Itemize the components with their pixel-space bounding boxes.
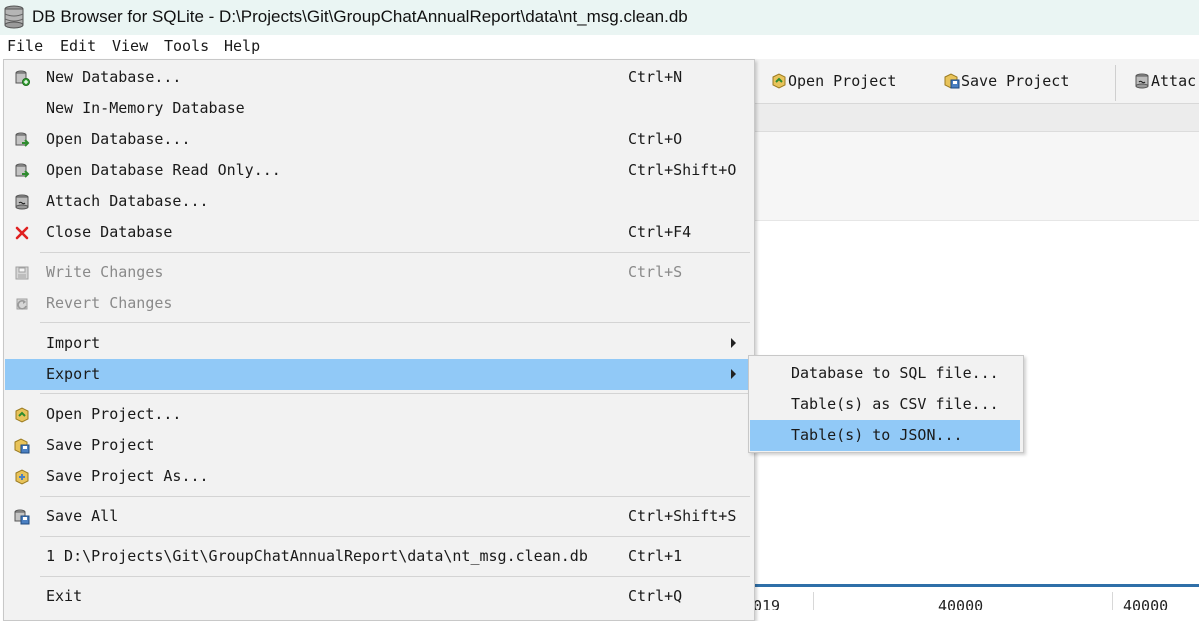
save-project-icon: [14, 438, 30, 454]
menu-separator: [40, 536, 750, 537]
tab-strip: [755, 104, 1199, 132]
export-submenu: Database to SQL file... Table(s) as CSV …: [748, 355, 1024, 453]
submenu-item-tables-as-csv[interactable]: Table(s) as CSV file...: [750, 389, 1020, 420]
menu-item-attach-database[interactable]: Attach Database...: [5, 186, 753, 217]
open-project-icon: [772, 73, 786, 89]
column-divider: [813, 592, 814, 610]
menu-view[interactable]: View: [112, 37, 148, 55]
menu-item-recent-file-1[interactable]: 1 D:\Projects\Git\GroupChatAnnualReport\…: [5, 541, 753, 572]
menu-help[interactable]: Help: [224, 37, 260, 55]
title-bar: DB Browser for SQLite - D:\Projects\Git\…: [0, 0, 1199, 35]
menu-item-new-in-memory-database[interactable]: New In-Memory Database: [5, 93, 753, 124]
save-project-as-icon: [15, 469, 29, 485]
menu-tools[interactable]: Tools: [164, 37, 209, 55]
menu-separator: [40, 576, 750, 577]
submenu-arrow-icon: [731, 338, 736, 348]
menu-item-save-project-as[interactable]: Save Project As...: [5, 461, 753, 492]
menu-edit[interactable]: Edit: [60, 37, 96, 55]
open-database-readonly-icon: [15, 163, 30, 178]
write-changes-icon: [15, 266, 29, 280]
attach-database-icon: [15, 194, 29, 210]
table-cell: 40000: [1123, 597, 1169, 610]
open-project-icon: [15, 407, 29, 423]
menu-item-save-project[interactable]: Save Project: [5, 430, 753, 461]
revert-changes-icon: [16, 298, 28, 310]
data-table-row: 019 40000 40000: [755, 584, 1199, 610]
menu-item-export[interactable]: Export: [5, 359, 753, 390]
menu-separator: [40, 322, 750, 323]
menu-item-open-project[interactable]: Open Project...: [5, 399, 753, 430]
close-icon: [15, 226, 29, 240]
submenu-item-database-to-sql[interactable]: Database to SQL file...: [750, 358, 1020, 389]
menu-item-revert-changes[interactable]: Revert Changes: [5, 288, 753, 319]
database-icon: [4, 5, 24, 29]
save-all-icon: [14, 509, 30, 525]
new-database-icon: [15, 70, 30, 86]
open-database-icon: [15, 132, 30, 147]
main-panel: [755, 132, 1199, 221]
menu-item-import[interactable]: Import: [5, 328, 753, 359]
table-cell: 40000: [938, 597, 984, 610]
menu-item-open-database[interactable]: Open Database... Ctrl+O: [5, 124, 753, 155]
menu-separator: [40, 393, 750, 394]
column-divider: [1112, 592, 1113, 610]
menu-item-close-database[interactable]: Close Database Ctrl+F4: [5, 217, 753, 248]
toolbar: Open Project Save Project Attac: [755, 59, 1199, 104]
file-menu: New Database... Ctrl+N New In-Memory Dat…: [3, 59, 755, 621]
menu-item-new-database[interactable]: New Database... Ctrl+N: [5, 62, 753, 93]
menu-bar: File Edit View Tools Help: [0, 35, 1199, 57]
submenu-item-tables-to-json[interactable]: Table(s) to JSON...: [750, 420, 1020, 451]
table-cell: 019: [755, 597, 781, 610]
menu-separator: [40, 496, 750, 497]
menu-separator: [40, 252, 750, 253]
attach-database-icon: [1135, 73, 1149, 89]
toolbar-separator: [1115, 65, 1116, 101]
save-project-icon: [944, 73, 960, 89]
submenu-arrow-icon: [731, 369, 736, 379]
menu-file[interactable]: File: [7, 37, 43, 55]
menu-item-write-changes[interactable]: Write Changes Ctrl+S: [5, 257, 753, 288]
window-title: DB Browser for SQLite - D:\Projects\Git\…: [32, 7, 688, 26]
menu-item-save-all[interactable]: Save All Ctrl+Shift+S: [5, 501, 753, 532]
menu-item-exit[interactable]: Exit Ctrl+Q: [5, 581, 753, 612]
menu-item-open-database-read-only[interactable]: Open Database Read Only... Ctrl+Shift+O: [5, 155, 753, 186]
